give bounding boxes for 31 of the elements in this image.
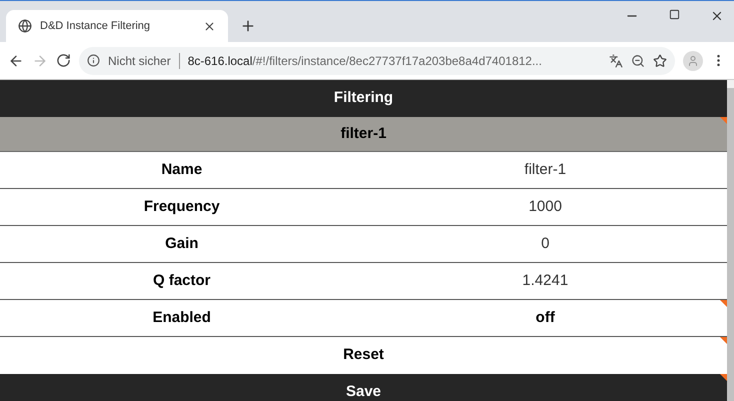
field-label: Q factor <box>152 270 212 291</box>
zoom-icon[interactable] <box>631 54 645 68</box>
field-value: filter-1 <box>523 160 568 180</box>
security-label: Nicht sicher <box>108 52 171 70</box>
url-text: 8c-616.local/#!/filters/instance/8ec27737f17a203be8a4d7401812... <box>188 52 543 70</box>
address-bar[interactable]: Nicht sicher 8c-616.local/#!/filters/instance/8ec27737f17a203be8a4d7401812... <box>79 46 675 74</box>
globe-icon <box>18 19 32 33</box>
reload-icon[interactable] <box>56 53 71 68</box>
scrollbar[interactable] <box>727 80 734 401</box>
translate-icon[interactable] <box>609 54 623 68</box>
tab-title: D&D Instance Filtering <box>40 18 152 34</box>
field-label: Name <box>160 160 204 180</box>
maximize-icon[interactable] <box>669 9 680 20</box>
field-value: 0 <box>540 234 550 254</box>
action-button[interactable]: Save <box>0 374 727 401</box>
close-window-icon[interactable] <box>710 9 724 23</box>
new-tab-icon[interactable] <box>240 18 256 34</box>
section-header: filter-1 <box>0 117 727 152</box>
page-header: Filtering <box>0 80 727 117</box>
field-value: 1000 <box>528 196 563 217</box>
info-icon <box>87 54 100 67</box>
field-label: Enabled <box>152 308 212 328</box>
back-icon[interactable] <box>8 52 24 68</box>
profile-avatar[interactable] <box>683 50 703 70</box>
close-icon[interactable] <box>203 20 216 32</box>
toggle-value[interactable]: off <box>364 306 727 330</box>
field-value: 1.4241 <box>521 270 570 291</box>
field-label: Frequency <box>142 196 221 217</box>
browser-tab[interactable]: D&D Instance Filtering <box>6 10 228 42</box>
star-icon[interactable] <box>653 54 667 68</box>
field-label: Gain <box>164 234 200 254</box>
